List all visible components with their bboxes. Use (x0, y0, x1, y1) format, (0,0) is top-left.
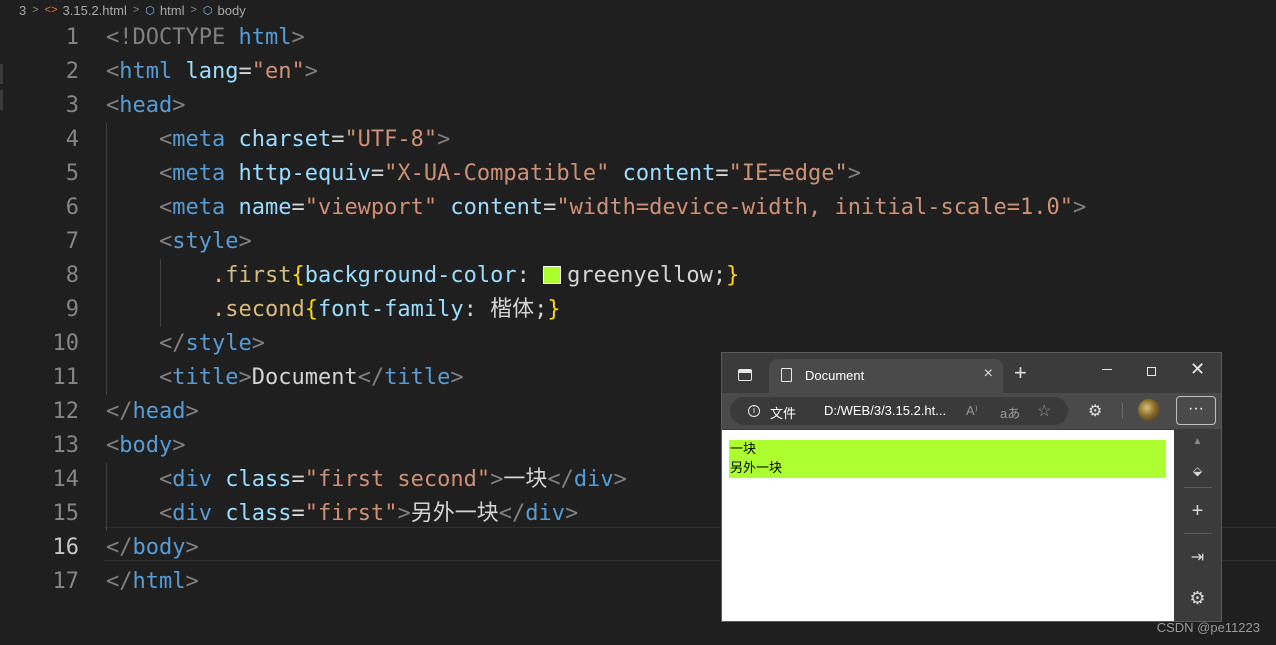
code-line[interactable]: 2 <html lang="en"> (0, 55, 1276, 89)
favorite-star-icon[interactable]: ☆ (1037, 401, 1051, 421)
code-line[interactable]: 6 <meta name="viewport" content="width=d… (0, 191, 1276, 225)
code-text: <head> (106, 93, 186, 118)
chevron-right-icon: > (190, 4, 197, 16)
toolbar-divider (1122, 403, 1123, 419)
breadcrumb-file[interactable]: 3.15.2.html (63, 3, 127, 18)
line-number: 2 (65, 59, 79, 84)
new-tab-button[interactable]: + (1014, 360, 1027, 386)
sidebar-divider (1184, 533, 1212, 534)
url-text[interactable]: D:/WEB/3/3.15.2.ht... (824, 403, 946, 418)
search-icon[interactable]: ⬙ (1174, 464, 1221, 478)
browser-toolbar: i 文件 D:/WEB/3/3.15.2.ht... A⁾ aあ ☆ ⚙ ··· (722, 393, 1221, 429)
code-text: <title>Document</title> (158, 365, 464, 390)
site-info-label[interactable]: 文件 (770, 403, 796, 422)
code-text: <div class="first second">一块</div> (158, 467, 627, 492)
scroll-up-icon[interactable]: ▲ (1174, 436, 1221, 447)
code-text: <!DOCTYPE html> (106, 25, 305, 50)
page-icon (781, 368, 792, 382)
code-text: <meta name="viewport" content="width=dev… (158, 195, 1087, 220)
hide-sidebar-icon[interactable]: ⇥ (1174, 547, 1221, 567)
line-number: 12 (52, 399, 80, 424)
line-number: 10 (52, 331, 80, 356)
page-content: 一块 另外一块 (722, 430, 1174, 621)
watermark: CSDN @pe11223 (1156, 620, 1260, 635)
minimize-button[interactable] (1102, 369, 1112, 370)
sidebar-divider (1184, 487, 1212, 488)
extensions-icon[interactable]: ⚙ (1088, 401, 1102, 421)
address-bar[interactable]: i 文件 D:/WEB/3/3.15.2.ht... A⁾ aあ ☆ (730, 397, 1068, 425)
tab-document[interactable]: Document × (769, 359, 1003, 393)
maximize-button[interactable] (1147, 367, 1156, 376)
div-text: 一块 (730, 442, 757, 457)
line-number: 13 (52, 433, 80, 458)
line-number: 9 (65, 297, 79, 322)
browser-window[interactable]: Document × + ✕ i 文件 D:/WEB/3/3.15.2.ht..… (721, 352, 1222, 622)
line-number: 5 (65, 161, 79, 186)
translate-icon[interactable]: aあ (1000, 403, 1020, 422)
code-line[interactable]: 9 .second{font-family: 楷体;} (0, 293, 1276, 327)
breadcrumb: 3 > <> 3.15.2.html > ⬡ html > ⬡ body (0, 0, 1276, 20)
browser-sidebar: ▲ ⬙ + ⇥ ⚙ (1174, 430, 1221, 621)
tab-actions-icon[interactable] (738, 369, 752, 381)
line-number: 4 (65, 127, 79, 152)
div-first-second: 一块 (729, 440, 1166, 459)
tab-close-icon[interactable]: × (984, 365, 993, 383)
code-text: <body> (106, 433, 186, 458)
breadcrumb-node-html[interactable]: html (160, 3, 185, 18)
line-number: 17 (52, 569, 80, 594)
line-number: 3 (65, 93, 79, 118)
code-text: </html> (106, 569, 199, 594)
code-text: <meta charset="UTF-8"> (158, 127, 451, 152)
code-line[interactable]: 7 <style> (0, 225, 1276, 259)
line-number: 6 (65, 195, 79, 220)
chevron-right-icon: > (132, 4, 140, 16)
line-number: 16 (52, 535, 80, 560)
line-number: 1 (65, 25, 79, 50)
line-number: 11 (52, 365, 80, 390)
code-line[interactable]: 4 <meta charset="UTF-8"> (0, 123, 1276, 157)
code-text: </head> (106, 399, 199, 424)
close-window-button[interactable]: ✕ (1190, 359, 1205, 380)
div-first: 另外一块 (729, 459, 1166, 478)
code-text: <div class="first">另外一块</div> (158, 501, 579, 526)
code-text: <meta http-equiv="X-UA-Compatible" conte… (158, 161, 862, 186)
chevron-right-icon: > (32, 4, 39, 16)
code-text: <html lang="en"> (106, 59, 318, 84)
line-number: 15 (52, 501, 80, 526)
line-number: 7 (65, 229, 79, 254)
code-line[interactable]: 1 <!DOCTYPE html> (0, 21, 1276, 55)
tab-title: Document (805, 368, 865, 383)
browser-titlebar[interactable]: Document × + ✕ (722, 353, 1221, 393)
line-number: 8 (65, 263, 79, 288)
add-icon[interactable]: + (1174, 500, 1221, 523)
profile-avatar[interactable] (1138, 399, 1160, 421)
code-line[interactable]: 8 .first{background-color: greenyellow;} (0, 259, 1276, 293)
breadcrumb-node-body[interactable]: body (218, 3, 246, 18)
code-text: </body> (106, 535, 199, 560)
info-icon[interactable]: i (748, 405, 760, 417)
breadcrumb-folder[interactable]: 3 (19, 3, 26, 18)
html-file-icon: <> (44, 4, 58, 16)
code-line[interactable]: 5 <meta http-equiv="X-UA-Compatible" con… (0, 157, 1276, 191)
color-swatch-icon[interactable] (543, 266, 562, 284)
code-line[interactable]: 3 <head> (0, 89, 1276, 123)
more-options-button[interactable]: ··· (1176, 396, 1216, 425)
symbol-element-icon: ⬡ (202, 4, 213, 17)
code-text: .first{background-color: greenyellow;} (211, 263, 740, 288)
symbol-element-icon: ⬡ (145, 4, 155, 17)
code-text: .second{font-family: 楷体;} (211, 297, 561, 322)
code-text: <style> (158, 229, 252, 254)
read-aloud-icon[interactable]: A⁾ (966, 403, 978, 419)
settings-gear-icon[interactable]: ⚙ (1174, 588, 1221, 609)
div-text: 另外一块 (730, 461, 783, 476)
code-text: </style> (158, 331, 265, 356)
line-number: 14 (52, 467, 80, 492)
